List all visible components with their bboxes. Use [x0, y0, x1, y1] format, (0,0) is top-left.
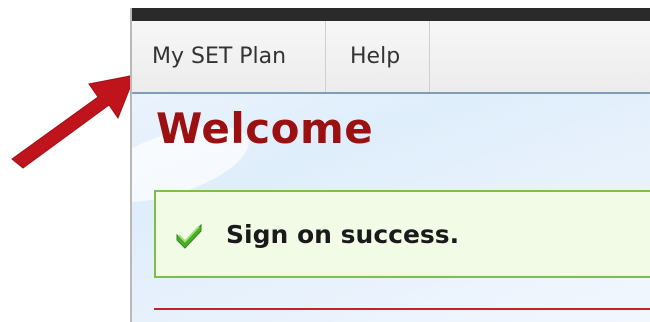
menu-item-my-set-plan[interactable]: My SET Plan — [132, 21, 326, 92]
menu-bar: My SET Plan Help — [132, 21, 650, 94]
divider — [154, 308, 650, 310]
arrow-icon — [11, 74, 136, 169]
menu-item-help[interactable]: Help — [326, 21, 430, 92]
app-window: My SET Plan Help Welcome Sign on success… — [130, 8, 650, 322]
title-bar — [132, 8, 650, 21]
checkmark-icon — [176, 223, 202, 249]
success-message: Sign on success. — [226, 220, 460, 249]
screenshot-stage: My SET Plan Help Welcome Sign on success… — [0, 0, 650, 322]
success-alert: Sign on success. — [154, 190, 650, 278]
main-content: Welcome Sign on success. — [132, 94, 650, 322]
page-title: Welcome — [156, 104, 374, 153]
menu-item-label: Help — [350, 44, 401, 69]
menu-item-label: My SET Plan — [152, 44, 287, 69]
